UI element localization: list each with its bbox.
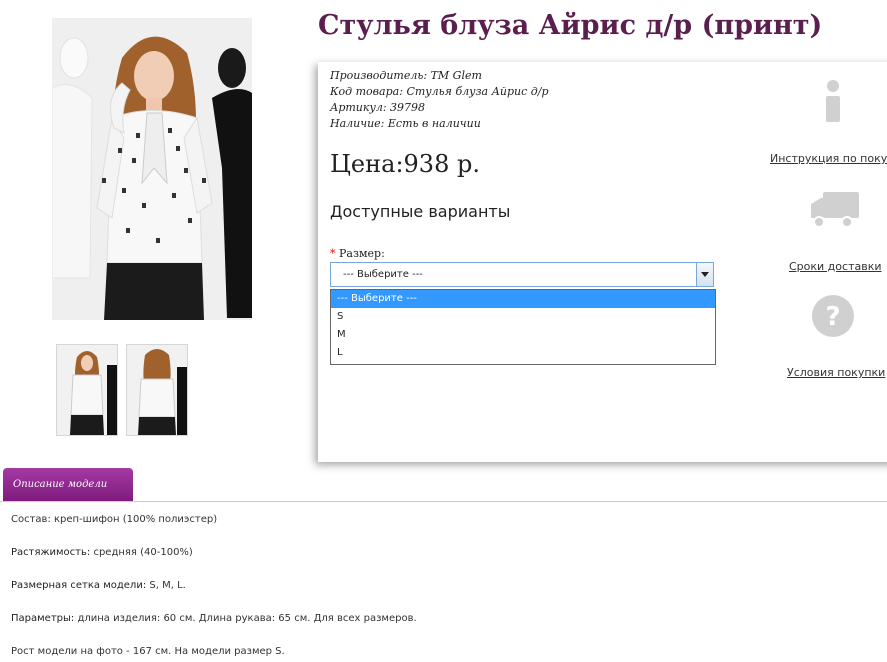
question-icon: ? xyxy=(812,295,854,337)
info-icon xyxy=(826,80,840,122)
tab-description-label: Описание модели xyxy=(13,479,108,490)
stretch-value: средняя (40-100%) xyxy=(93,547,193,558)
delivery-link[interactable]: Сроки доставки xyxy=(789,260,882,273)
description-model-info: Рост модели на фото - 167 см. На модели … xyxy=(11,646,285,657)
size-option[interactable]: S xyxy=(331,308,715,326)
chevron-down-icon xyxy=(701,272,709,277)
code-row: Код товара: Стулья блуза Айрис д/р xyxy=(330,84,549,100)
params-label: Параметры: xyxy=(11,613,75,624)
sizes-value: S, M, L. xyxy=(149,580,186,591)
svg-text:?: ? xyxy=(825,302,840,332)
product-info-panel: Производитель: TM Glem Код товара: Стуль… xyxy=(318,62,887,462)
description-stretch: Растяжимость: средняя (40-100%) xyxy=(11,547,193,558)
manufacturer-label: Производитель: xyxy=(330,69,428,82)
stock-label: Наличие: xyxy=(330,117,385,130)
manufacturer-value[interactable]: TM Glem xyxy=(431,69,482,82)
size-label-text: Размер: xyxy=(339,247,385,260)
description-sizes: Размерная сетка модели: S, M, L. xyxy=(11,580,186,591)
size-option[interactable]: --- Выберите --- xyxy=(331,290,715,308)
product-main-photo[interactable] xyxy=(52,18,252,320)
tab-description[interactable]: Описание модели xyxy=(3,468,133,502)
tab-divider xyxy=(0,501,887,502)
product-title: Стулья блуза Айрис д/р (принт) xyxy=(318,10,823,41)
product-price: Цена:938 р. xyxy=(330,150,480,178)
code-label: Код товара: xyxy=(330,85,403,98)
article-row: Артикул: 39798 xyxy=(330,100,549,116)
description-composition: Состав: креп-шифон (100% полиэстер) xyxy=(11,514,218,525)
code-value: Стулья блуза Айрис д/р xyxy=(406,85,549,98)
article-value: 39798 xyxy=(390,101,426,114)
variants-heading: Доступные варианты xyxy=(330,202,511,221)
product-thumbnail[interactable] xyxy=(126,344,188,436)
stock-value: Есть в наличии xyxy=(387,117,481,130)
sizes-label: Размерная сетка модели: xyxy=(11,580,147,591)
dropdown-button[interactable] xyxy=(696,263,713,286)
required-mark: * xyxy=(330,247,336,260)
instruction-link[interactable]: Инструкция по покупке xyxy=(770,152,887,165)
terms-link[interactable]: Условия покупки xyxy=(787,366,885,379)
article-label: Артикул: xyxy=(330,101,387,114)
description-params: Параметры: длина изделия: 60 см. Длина р… xyxy=(11,613,417,624)
size-select-value: --- Выберите --- xyxy=(343,269,423,280)
size-dropdown-list: --- Выберите --- S M L xyxy=(330,289,716,365)
params-value: длина изделия: 60 см. Длина рукава: 65 с… xyxy=(77,613,417,624)
stretch-label: Растяжимость: xyxy=(11,547,91,558)
size-label: * Размер: xyxy=(330,247,385,260)
manufacturer-row: Производитель: TM Glem xyxy=(330,68,549,84)
product-thumbnail[interactable] xyxy=(56,344,118,436)
size-option[interactable]: M xyxy=(331,326,715,344)
size-select[interactable]: --- Выберите --- xyxy=(330,262,714,287)
stock-row: Наличие: Есть в наличии xyxy=(330,116,549,132)
product-meta: Производитель: TM Glem Код товара: Стуль… xyxy=(330,68,549,132)
size-option[interactable]: L xyxy=(331,344,715,362)
truck-icon xyxy=(811,192,859,228)
